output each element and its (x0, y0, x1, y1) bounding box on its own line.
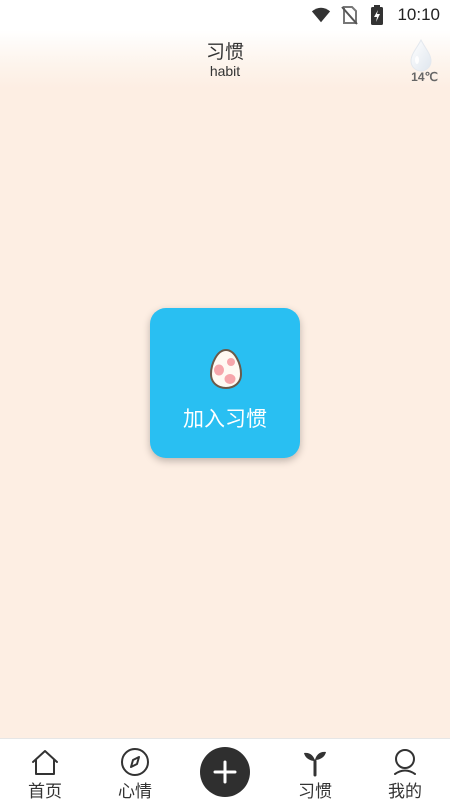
add-habit-button[interactable]: 加入习惯 (150, 308, 300, 458)
wifi-icon (311, 5, 331, 25)
raindrop-icon (410, 38, 432, 72)
sprout-icon (304, 751, 326, 777)
page-subtitle: habit (209, 63, 241, 79)
nav-item-profile[interactable]: 我的 (370, 739, 440, 800)
profile-icon (394, 749, 416, 775)
nav-item-habit[interactable]: 习惯 (280, 739, 350, 800)
bottom-nav: 首页 心情 习惯 我的 (0, 738, 450, 800)
compass-icon (121, 748, 149, 776)
page-title: 习惯 (205, 41, 244, 63)
nav-item-mood[interactable]: 心情 (100, 739, 170, 800)
status-bar: 10:10 (0, 0, 450, 30)
plus-icon (213, 760, 237, 784)
add-habit-label: 加入习惯 (183, 407, 267, 431)
nav-label-mood: 心情 (118, 782, 152, 800)
battery-charging-icon (367, 5, 387, 25)
status-time: 10:10 (397, 5, 440, 24)
weather-widget[interactable]: 14℃ (405, 38, 438, 84)
nav-item-home[interactable]: 首页 (10, 739, 80, 800)
nav-label-home: 首页 (28, 782, 62, 800)
egg-icon (209, 348, 243, 390)
no-sim-icon (339, 5, 359, 25)
temperature-label: 14℃ (411, 70, 438, 84)
header: 习惯 habit 14℃ (0, 30, 450, 88)
nav-label-habit: 习惯 (298, 782, 332, 800)
nav-label-profile: 我的 (388, 782, 422, 800)
home-icon (32, 750, 58, 775)
add-button[interactable] (200, 747, 250, 797)
